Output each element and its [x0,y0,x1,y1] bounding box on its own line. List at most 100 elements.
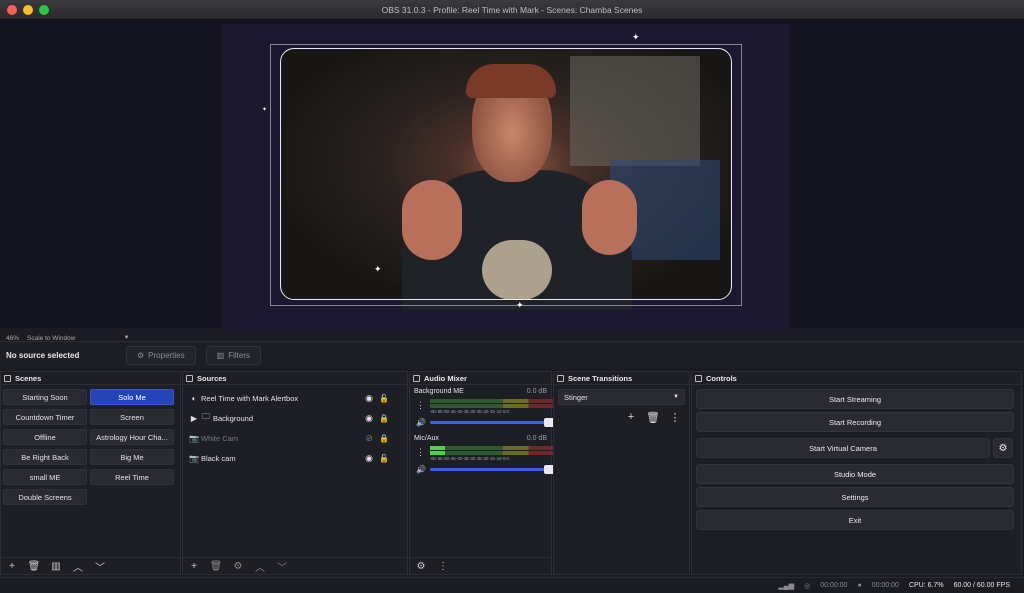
scene-item[interactable]: Reel Time [90,469,174,485]
chevron-down-icon[interactable]: ﹀ [275,559,289,574]
volume-slider[interactable] [429,417,556,427]
chevron-down-icon[interactable]: ﹀ [93,559,107,574]
meter-ticks: -60 -55 -50 -45 -40 -35 -30 -25 -20 -15 … [430,409,509,414]
volume-control: 🔊 [416,464,556,474]
sources-dock: Sources ◐ Reel Time with Mark Alertbox ◉… [182,371,408,575]
chevron-right-icon[interactable]: ▶ [189,414,199,423]
kebab-menu-icon[interactable]: ⋮ [667,409,683,425]
speaker-icon[interactable]: 🔊 [416,418,426,427]
source-item[interactable]: ◐ Reel Time with Mark Alertbox ◉ 🔓 [183,388,407,408]
source-list: ◐ Reel Time with Mark Alertbox ◉ 🔓 ▶ 🗀 B… [183,385,407,468]
volume-slider[interactable] [429,464,556,474]
eye-icon[interactable]: ◉ [365,413,373,424]
audio-channel: Mic/Aux 0.0 dB ⋮ -60 -55 -50 -45 -40 -35… [410,432,556,479]
source-toolbar: No source selected ⚙ Properties ▥ Filter… [0,341,1024,368]
scene-item[interactable]: Double Screens [3,489,87,505]
window-controls [7,5,49,15]
meter-bar [430,446,556,450]
start-recording-button[interactable]: Start Recording [696,412,1014,432]
source-label: Background [213,413,254,423]
channel-db: 0.0 dB [526,435,547,442]
source-item[interactable]: 📷 White Cam ⊘ 🔒 [183,428,407,448]
eye-slash-icon[interactable]: ⊘ [365,433,373,444]
kebab-menu-icon[interactable]: ⋮ [436,561,450,572]
sources-title: Sources [197,373,227,383]
lock-icon[interactable]: 🔒 [379,434,389,443]
source-group[interactable]: ▶ 🗀 Background ◉ 🔒 [183,408,407,428]
scene-item-active[interactable]: Solo Me [90,389,174,405]
filter-icon[interactable]: ▥ [49,561,63,572]
scene-item[interactable]: Big Me [90,449,174,465]
start-streaming-button[interactable]: Start Streaming [696,389,1014,409]
window-title: OBS 31.0.3 - Profile: Reel Time with Mar… [381,4,643,15]
scenes-title: Scenes [15,373,42,383]
eye-icon[interactable]: ◉ [365,453,373,464]
scene-item[interactable]: Be Right Back [3,449,87,465]
dock-icon [4,374,11,382]
dock-icon [695,374,702,382]
fps-readout: 60.00 / 60.00 FPS [953,582,1010,589]
sparkle-icon: ✦ [262,107,268,113]
chevron-up-icon[interactable]: ︿ [71,559,85,574]
gear-icon[interactable]: ⚙ [231,561,245,572]
source-item[interactable]: 📷 Black cam ◉ 🔓 [183,448,407,468]
trash-icon[interactable]: 🗑 [645,409,661,425]
record-icon: ● [857,582,862,589]
transition-actions: + 🗑 ⋮ [554,409,689,425]
camera-icon: 📷 [189,453,199,463]
browser-icon: ◐ [191,393,197,403]
scene-item[interactable]: Astrology Hour Cha... [90,429,174,445]
minimize-window-button[interactable] [23,5,33,15]
scene-transitions-title: Scene Transitions [568,373,633,383]
channel-name: Background ME [414,388,464,395]
unlock-icon[interactable]: 🔓 [379,454,389,463]
exit-button[interactable]: Exit [696,510,1014,530]
kebab-menu-icon[interactable]: ⋮ [416,400,425,411]
settings-button[interactable]: Settings [696,487,1014,507]
scene-item[interactable]: small ME [3,469,87,485]
source-label: White Cam [201,433,239,443]
program-preview[interactable]: ✦ ✦ ✦ ✦ [222,24,790,330]
overlay-frame [280,48,732,300]
dock-icon [186,374,193,382]
scene-item[interactable]: Starting Soon [3,389,87,405]
eye-icon[interactable]: ◉ [365,393,373,404]
channel-db: 0.0 dB [526,388,547,395]
lock-icon[interactable]: 🔒 [379,414,389,423]
audio-mixer-header: Audio Mixer [410,372,551,385]
dock-icon [557,374,564,382]
speaker-icon[interactable]: 🔊 [416,465,426,474]
unlock-icon[interactable]: 🔓 [379,394,389,403]
scene-list: Starting Soon Solo Me Countdown Timer Sc… [1,385,180,509]
add-icon[interactable]: + [187,561,201,572]
kebab-menu-icon[interactable]: ⋮ [416,447,425,458]
channel-name: Mic/Aux [414,435,439,442]
virtual-camera-settings-button[interactable]: ⚙ [993,438,1013,458]
filters-button[interactable]: ▥ Filters [205,345,261,365]
studio-mode-button[interactable]: Studio Mode [696,464,1014,484]
scene-item[interactable]: Screen [90,409,174,425]
filter-icon: ▥ [216,350,225,360]
meter-bar [430,404,556,408]
transition-select[interactable]: Stinger ▼ [558,389,685,405]
scene-item[interactable]: Offline [3,429,87,445]
sources-header: Sources [183,372,407,385]
camera-icon: 📷 [189,433,199,443]
chevron-up-icon[interactable]: ︿ [253,559,267,574]
add-icon[interactable]: + [5,561,19,572]
gear-icon[interactable]: ⚙ [414,561,428,572]
scene-item[interactable]: Countdown Timer [3,409,87,425]
zoom-window-button[interactable] [39,5,49,15]
close-window-button[interactable] [7,5,17,15]
start-virtual-camera-button[interactable]: Start Virtual Camera [696,438,990,458]
volume-meter: -60 -55 -50 -45 -40 -35 -30 -25 -20 -15 … [430,399,556,414]
controls-dock: Controls Start Streaming Start Recording… [691,371,1022,575]
add-icon[interactable]: + [623,409,639,425]
properties-button[interactable]: ⚙ Properties [126,345,196,365]
audio-mixer-dock: Audio Mixer Background ME 0.0 dB ⋮ -60 -… [409,371,556,575]
audio-mixer-footer: ⚙ ⋮ [410,557,551,574]
source-label: Black cam [201,453,236,463]
properties-label: Properties [148,350,185,360]
trash-icon[interactable]: 🗑 [209,561,223,572]
trash-icon[interactable]: 🗑 [27,561,41,572]
